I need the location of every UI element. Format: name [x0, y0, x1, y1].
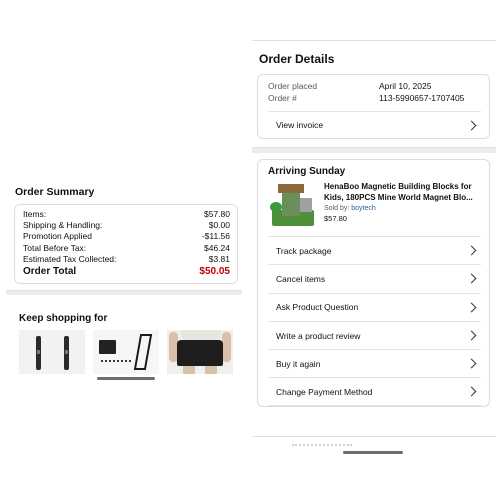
- order-summary-section: Order Summary Items: $57.80 Shipping & H…: [6, 186, 242, 375]
- kit-image-part: [101, 360, 131, 366]
- cancel-items-button[interactable]: Cancel items: [268, 264, 481, 292]
- summary-value: $46.24: [204, 242, 230, 253]
- product-image-part: [300, 198, 312, 212]
- summary-label: Total Before Tax:: [23, 242, 87, 253]
- order-number-value: 113-5990657-1707405: [379, 92, 465, 103]
- summary-value: $57.80: [204, 209, 230, 219]
- product-image[interactable]: [268, 182, 318, 228]
- product-name-line1[interactable]: HenaBoo Magnetic Building Blocks for: [324, 182, 481, 193]
- arriving-card: Arriving Sunday HenaBoo Magnetic Buildin…: [257, 159, 490, 407]
- order-placed-label: Order placed: [268, 81, 318, 91]
- view-invoice-label: View invoice: [276, 120, 324, 130]
- shorts-image-part: [222, 332, 231, 363]
- faint-text-remnant: [292, 444, 352, 446]
- chevron-right-icon: [466, 386, 477, 397]
- rod-image-part: [36, 336, 41, 371]
- product-image-part: [282, 190, 300, 216]
- product-thumbnail-shorts[interactable]: [167, 330, 233, 375]
- order-total-value: $50.05: [199, 266, 230, 278]
- sold-by-label: Sold by:: [324, 205, 350, 212]
- summary-label: Shipping & Handling:: [23, 220, 103, 231]
- shorts-image-part: [177, 340, 223, 367]
- order-placed-value: April 10, 2025: [379, 81, 432, 91]
- product-price: $57.80: [324, 214, 347, 223]
- chevron-right-icon: [466, 120, 477, 130]
- summary-row-shipping: Shipping & Handling: $0.00: [23, 220, 230, 231]
- action-label: Ask Product Question: [276, 302, 359, 313]
- summary-value: $0.00: [208, 220, 230, 231]
- summary-value: -$11.56: [201, 231, 230, 242]
- kit-image-part: [133, 334, 153, 371]
- order-details-card: Order placed April 10, 2025 Order # 113-…: [257, 74, 490, 139]
- seller-link[interactable]: boytech: [351, 205, 376, 212]
- chevron-right-icon: [466, 358, 477, 369]
- summary-label: Items:: [23, 209, 47, 219]
- home-indicator[interactable]: [343, 451, 403, 454]
- action-label: Cancel items: [276, 273, 326, 284]
- section-divider: [252, 147, 496, 153]
- track-package-button[interactable]: Track package: [268, 236, 481, 264]
- product-image-part: [270, 202, 282, 212]
- kit-image-part: [99, 340, 116, 355]
- order-details-panel: Order Details Order placed April 10, 202…: [252, 40, 496, 407]
- view-invoice-link[interactable]: View invoice: [268, 111, 481, 138]
- order-summary-title: Order Summary: [15, 186, 95, 198]
- arriving-title: Arriving Sunday: [268, 166, 346, 177]
- summary-row-total: Order Total $50.05: [23, 265, 230, 278]
- product-image-part: [278, 184, 304, 193]
- ask-product-question-button[interactable]: Ask Product Question: [268, 292, 481, 321]
- shorts-image-part: [183, 366, 195, 375]
- order-placed-row: Order placed April 10, 2025: [268, 81, 481, 93]
- summary-row-promotion: Promotion Applied -$11.56: [23, 231, 230, 242]
- order-details-title: Order Details: [259, 52, 335, 66]
- buy-again-button[interactable]: Buy it again: [268, 349, 481, 377]
- order-total-label: Order Total: [23, 266, 77, 278]
- write-review-button[interactable]: Write a product review: [268, 320, 481, 349]
- change-payment-method-button[interactable]: Change Payment Method: [268, 377, 481, 406]
- sold-by: Sold by: boytech: [324, 205, 481, 212]
- order-actions-list: Track package Cancel items Ask Product Q…: [268, 236, 481, 406]
- keep-shopping-title: Keep shopping for: [19, 313, 108, 325]
- summary-row-before-tax: Total Before Tax: $46.24: [23, 243, 230, 254]
- shorts-image-part: [205, 366, 217, 375]
- keep-shopping-carousel[interactable]: [19, 330, 242, 375]
- product-info: HenaBoo Magnetic Building Blocks for Kid…: [324, 182, 481, 228]
- order-number-label: Order #: [268, 92, 297, 103]
- chevron-right-icon: [466, 273, 477, 284]
- summary-label: Promotion Applied: [23, 231, 92, 242]
- summary-row-items: Items: $57.80: [23, 209, 230, 220]
- rod-image-part: [64, 336, 69, 371]
- summary-label: Estimated Tax Collected:: [23, 253, 117, 264]
- order-number-row: Order # 113-5990657-1707405: [268, 93, 481, 105]
- product-name-line2[interactable]: Kids, 180PCS Mine World Magnet Blo...: [324, 193, 481, 204]
- action-label: Buy it again: [276, 358, 321, 369]
- action-label: Track package: [276, 245, 332, 256]
- chevron-right-icon: [466, 302, 477, 313]
- carousel-scroll-indicator[interactable]: [97, 377, 155, 380]
- chevron-right-icon: [466, 330, 477, 341]
- summary-row-tax: Estimated Tax Collected: $3.81: [23, 254, 230, 265]
- order-summary-card: Items: $57.80 Shipping & Handling: $0.00…: [14, 204, 238, 285]
- product-thumbnail-rods[interactable]: [19, 330, 85, 375]
- chevron-right-icon: [466, 245, 477, 256]
- section-divider: [6, 290, 242, 296]
- product-item[interactable]: HenaBoo Magnetic Building Blocks for Kid…: [268, 182, 481, 228]
- shorts-image-part: [181, 330, 221, 341]
- summary-value: $3.81: [208, 253, 230, 264]
- action-label: Change Payment Method: [276, 386, 373, 397]
- bottom-divider: [252, 436, 496, 437]
- action-label: Write a product review: [276, 330, 361, 341]
- product-thumbnail-kit[interactable]: [93, 330, 159, 375]
